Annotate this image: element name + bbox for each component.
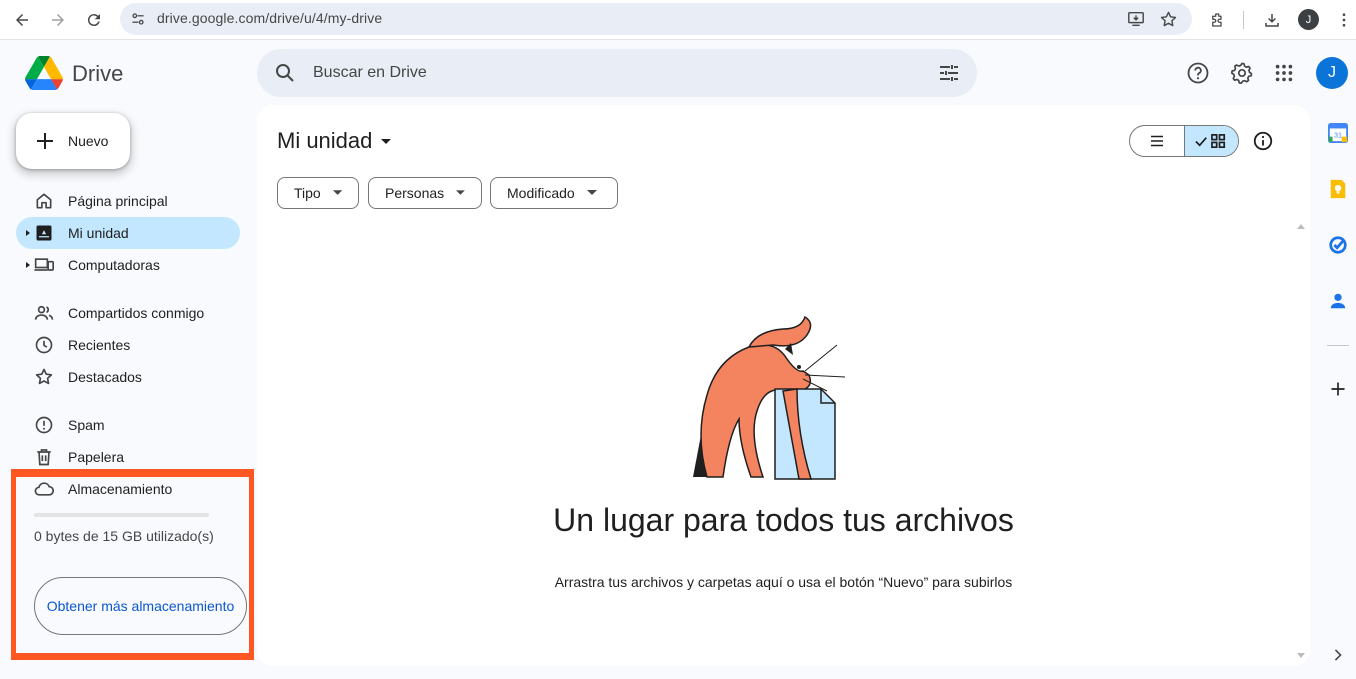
chevron-down-icon	[456, 190, 465, 195]
apps-grid-icon[interactable]	[1271, 60, 1297, 86]
computers-icon	[34, 255, 54, 275]
chevron-right-icon[interactable]	[1327, 644, 1349, 666]
contacts-icon[interactable]	[1327, 290, 1349, 312]
star-icon	[34, 367, 54, 387]
empty-state-cat-illustration	[693, 315, 846, 480]
page-title-dropdown[interactable]: Mi unidad	[277, 128, 392, 154]
sidebar-item-trash[interactable]: Papelera	[16, 441, 240, 473]
sidebar-item-home[interactable]: Página principal	[16, 185, 240, 217]
add-app-plus-icon[interactable]	[1327, 378, 1349, 400]
grid-view-button[interactable]	[1183, 126, 1238, 156]
expand-arrow-icon[interactable]	[25, 228, 31, 238]
sidebar-item-recent[interactable]: Recientes	[16, 329, 240, 361]
new-button-label: Nuevo	[68, 133, 109, 149]
sidebar-item-label: Mi unidad	[68, 225, 129, 241]
chevron-down-icon	[332, 190, 342, 195]
sidebar-item-label: Computadoras	[68, 257, 160, 273]
storage-usage-bar	[34, 513, 209, 517]
site-settings-icon[interactable]	[129, 10, 147, 28]
list-view-button[interactable]	[1130, 126, 1184, 156]
scroll-up-arrow-icon[interactable]	[1297, 223, 1305, 229]
cloud-icon	[34, 479, 54, 499]
side-panel-divider	[1327, 345, 1349, 346]
toolbar-divider	[1243, 11, 1244, 29]
sidebar-item-label: Papelera	[68, 449, 125, 465]
tasks-icon[interactable]	[1327, 234, 1349, 256]
reload-icon[interactable]	[80, 6, 108, 34]
url-text[interactable]: drive.google.com/drive/u/4/my-drive	[157, 10, 382, 26]
caret-down-icon	[381, 139, 392, 144]
sidebar-item-label: Recientes	[68, 337, 131, 353]
download-icon[interactable]	[1258, 6, 1286, 34]
bookmark-star-icon[interactable]	[1158, 9, 1178, 29]
empty-state-title: Un lugar para todos tus archivos	[553, 502, 1014, 538]
back-icon[interactable]	[8, 6, 36, 34]
sidebar-item-spam[interactable]: Spam	[16, 409, 240, 441]
empty-state-subtitle: Arrastra tus archivos y carpetas aquí o …	[554, 574, 1013, 590]
drive-logo-icon[interactable]	[25, 56, 63, 90]
home-icon	[34, 191, 54, 211]
extensions-icon[interactable]	[1204, 6, 1232, 34]
grid-view-icon	[1195, 133, 1226, 148]
filter-type-chip[interactable]: Tipo	[277, 177, 359, 209]
sidebar-item-label: Destacados	[68, 369, 142, 385]
search-input[interactable]	[313, 61, 913, 85]
address-bar[interactable]: drive.google.com/drive/u/4/my-drive	[120, 3, 1192, 35]
browser-profile-avatar[interactable]: J	[1298, 9, 1319, 30]
storage-usage-text: 0 bytes de 15 GB utilizado(s)	[34, 528, 214, 544]
page-title: Mi unidad	[277, 128, 373, 153]
main-content-panel: Mi unidad Tipo Personas Modificado Un lu	[257, 105, 1310, 666]
calendar-icon[interactable]: 31	[1327, 122, 1349, 144]
new-button[interactable]: Nuevo	[16, 113, 130, 169]
chevron-down-icon	[586, 190, 597, 195]
clock-icon	[34, 335, 54, 355]
scroll-down-arrow-icon[interactable]	[1297, 653, 1305, 659]
sidebar-item-storage[interactable]: Almacenamiento	[16, 473, 240, 505]
sidebar-item-label: Spam	[68, 417, 105, 433]
list-view-icon	[1150, 135, 1163, 147]
filter-label: Tipo	[294, 185, 321, 201]
expand-arrow-icon[interactable]	[25, 260, 31, 270]
view-toggle[interactable]	[1129, 125, 1239, 157]
info-icon[interactable]	[1252, 130, 1274, 152]
my-drive-icon	[34, 223, 54, 243]
svg-text:31: 31	[1334, 131, 1342, 140]
sidebar-item-my-drive[interactable]: Mi unidad	[16, 217, 240, 249]
filter-label: Personas	[385, 185, 445, 201]
filter-label: Modificado	[507, 185, 575, 201]
filter-people-chip[interactable]: Personas	[368, 177, 482, 209]
plus-icon	[37, 133, 53, 149]
sidebar-item-label: Compartidos conmigo	[68, 305, 205, 321]
sidebar-item-shared[interactable]: Compartidos conmigo	[16, 297, 240, 329]
search-icon[interactable]	[273, 61, 297, 85]
search-bar[interactable]	[257, 49, 977, 97]
account-avatar[interactable]: J	[1316, 57, 1348, 89]
drive-brand-name[interactable]: Drive	[72, 61, 123, 87]
sidebar-item-label: Página principal	[68, 193, 168, 209]
spam-icon	[34, 415, 54, 435]
get-more-storage-button[interactable]: Obtener más almacenamiento	[34, 577, 247, 635]
help-icon[interactable]	[1185, 60, 1211, 86]
forward-icon[interactable]	[44, 6, 72, 34]
trash-icon	[34, 447, 54, 467]
sidebar-item-computers[interactable]: Computadoras	[16, 249, 240, 281]
filter-modified-chip[interactable]: Modificado	[490, 177, 618, 209]
sidebar-item-label: Almacenamiento	[68, 481, 173, 497]
install-app-icon[interactable]	[1126, 9, 1146, 29]
browser-toolbar: drive.google.com/drive/u/4/my-drive J	[0, 0, 1356, 40]
browser-menu-icon[interactable]	[1330, 6, 1356, 34]
search-options-icon[interactable]	[937, 61, 961, 85]
settings-gear-icon[interactable]	[1229, 60, 1255, 86]
keep-icon[interactable]	[1327, 178, 1349, 200]
sidebar-item-starred[interactable]: Destacados	[16, 361, 240, 393]
shared-icon	[34, 303, 54, 323]
